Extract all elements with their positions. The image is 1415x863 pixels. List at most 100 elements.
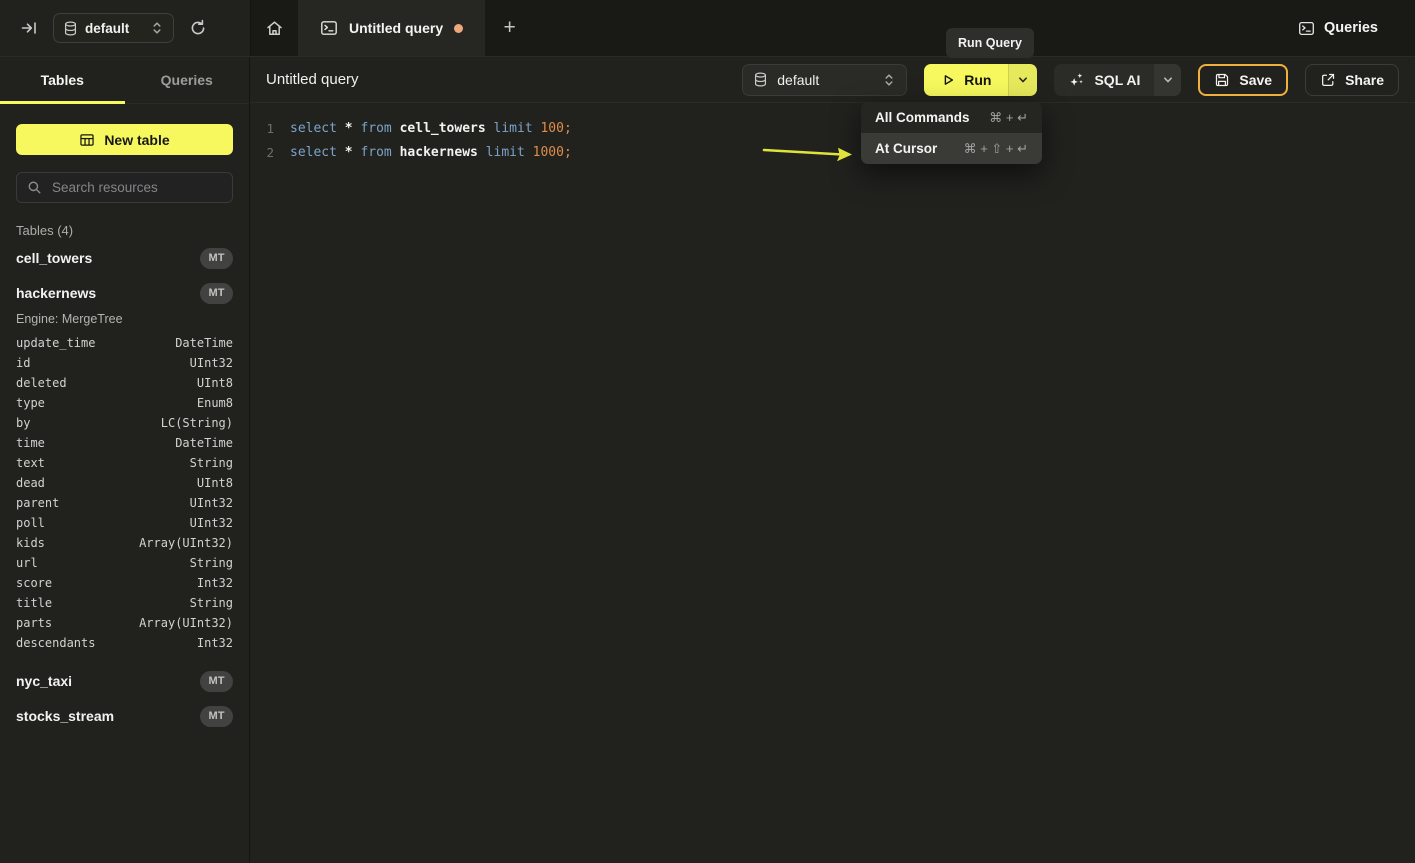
table-name: nyc_taxi: [16, 673, 72, 689]
column-type: LC(String): [161, 416, 233, 430]
sidebar-tab-queries[interactable]: Queries: [125, 57, 250, 103]
run-button[interactable]: Run: [924, 64, 1008, 96]
column-type: UInt32: [190, 356, 233, 370]
menu-item-label: At Cursor: [875, 141, 937, 156]
sql-ai-button[interactable]: SQL AI: [1054, 64, 1154, 96]
run-options-caret[interactable]: [1008, 64, 1037, 96]
menu-item-at-cursor[interactable]: At Cursor ⌘ + ⇧ + ↵: [861, 133, 1042, 164]
sql-ai-split-button: SQL AI: [1054, 64, 1181, 96]
column-type: String: [190, 596, 233, 610]
refresh-icon[interactable]: [189, 19, 207, 37]
tables-section-label: Tables (4): [16, 223, 233, 238]
topbar-database-value: default: [85, 21, 129, 36]
database-icon: [754, 72, 767, 87]
column-name: poll: [16, 516, 45, 530]
chevron-updown-icon: [883, 73, 895, 87]
column-row: parent UInt32: [16, 493, 233, 513]
tab-label: Untitled query: [349, 20, 443, 36]
column-type: DateTime: [175, 436, 233, 450]
sidebar-tabs: Tables Queries: [0, 57, 249, 104]
code-line[interactable]: 1 select * from cell_towers limit 100;: [250, 116, 1415, 140]
column-name: type: [16, 396, 45, 410]
column-name: parent: [16, 496, 59, 510]
table-row-stocks-stream[interactable]: stocks_stream MT: [16, 701, 233, 731]
column-type: UInt32: [190, 516, 233, 530]
menu-item-shortcut: ⌘ + ⇧ + ↵: [964, 141, 1028, 157]
column-name: title: [16, 596, 52, 610]
play-icon: [941, 73, 955, 87]
column-row: byLC(String): [16, 413, 233, 433]
search-box[interactable]: [16, 172, 233, 203]
column-name: score: [16, 576, 52, 590]
sql-ai-options-caret[interactable]: [1154, 64, 1181, 96]
code-text: select * from cell_towers limit 100;: [290, 121, 572, 136]
column-row: partsArray(UInt32): [16, 613, 233, 633]
search-input[interactable]: [50, 179, 222, 196]
column-type: Enum8: [197, 396, 233, 410]
unsaved-changes-dot: [454, 24, 463, 33]
queries-button[interactable]: Queries: [1286, 0, 1415, 56]
table-row-nyc-taxi[interactable]: nyc_taxi MT: [16, 666, 233, 696]
column-type: DateTime: [175, 336, 233, 350]
home-tab[interactable]: [251, 0, 298, 56]
toolbar-database-value: default: [777, 72, 873, 88]
column-row: idUInt32: [16, 353, 233, 373]
new-table-button[interactable]: New table: [16, 124, 233, 155]
sparkles-icon: [1068, 71, 1085, 88]
app-window: default: [0, 0, 1415, 863]
share-label: Share: [1345, 72, 1384, 88]
chevron-down-icon: [1017, 74, 1029, 86]
topbar-database-select[interactable]: default: [53, 13, 174, 43]
column-name: kids: [16, 536, 45, 550]
engine-badge: MT: [200, 248, 233, 269]
search-icon: [27, 180, 42, 195]
run-options-menu: All Commands ⌘ + ↵ At Cursor ⌘ + ⇧ + ↵: [861, 102, 1042, 164]
new-table-label: New table: [104, 132, 169, 148]
column-row: kids Array(UInt32): [16, 533, 233, 553]
tab-untitled-query[interactable]: Untitled query: [298, 0, 485, 56]
code-text: select * from hackernews limit 1000;: [290, 145, 572, 160]
hackernews-columns: update_timeDateTimeidUInt32deletedUInt8t…: [16, 330, 233, 661]
toolbar-database-select[interactable]: default: [742, 64, 907, 96]
sql-editor[interactable]: 1 select * from cell_towers limit 100; 2se…: [250, 103, 1415, 863]
line-number: 1: [250, 121, 274, 136]
share-external-icon: [1320, 72, 1336, 88]
tab-strip: Untitled query + Queries: [250, 0, 1415, 56]
engine-badge: MT: [200, 671, 233, 692]
column-name: descendants: [16, 636, 95, 650]
menu-item-all-commands[interactable]: All Commands ⌘ + ↵: [861, 102, 1042, 133]
new-tab-button[interactable]: +: [485, 0, 534, 56]
code-lines: 1 select * from cell_towers limit 100; 2se…: [250, 116, 1415, 164]
run-query-tooltip: Run Query: [946, 28, 1034, 58]
query-toolbar: Untitled query default: [250, 57, 1415, 103]
terminal-icon: [320, 19, 338, 37]
engine-badge: MT: [200, 283, 233, 304]
save-disk-icon: [1214, 72, 1230, 88]
column-name: deleted: [16, 376, 67, 390]
column-row: deadUInt8: [16, 473, 233, 493]
run-split-button: Run: [924, 64, 1037, 96]
table-row-hackernews[interactable]: hackernews MT: [16, 278, 233, 308]
column-name: time: [16, 436, 45, 450]
column-type: Array(UInt32): [139, 536, 233, 550]
column-type: UInt32: [190, 496, 233, 510]
sidebar: Tables Queries New table: [0, 57, 250, 863]
column-row: textString: [16, 453, 233, 473]
queries-button-label: Queries: [1324, 20, 1378, 36]
top-bar-left: default: [0, 0, 250, 56]
collapse-sidebar-icon[interactable]: [20, 19, 38, 37]
save-button[interactable]: Save: [1198, 64, 1288, 96]
table-name: hackernews: [16, 285, 96, 301]
sidebar-tab-tables[interactable]: Tables: [0, 57, 125, 103]
column-type: Int32: [197, 576, 233, 590]
column-type: Array(UInt32): [139, 616, 233, 630]
table-name: stocks_stream: [16, 708, 114, 724]
table-row-cell-towers[interactable]: cell_towers MT: [16, 243, 233, 273]
column-name: url: [16, 556, 38, 570]
top-bar: default: [0, 0, 1415, 57]
share-button[interactable]: Share: [1305, 64, 1399, 96]
code-line[interactable]: 2select * from hackernews limit 1000;: [250, 140, 1415, 164]
queries-terminal-icon: [1298, 20, 1315, 37]
column-type: UInt8: [197, 476, 233, 490]
column-row: time DateTime: [16, 433, 233, 453]
